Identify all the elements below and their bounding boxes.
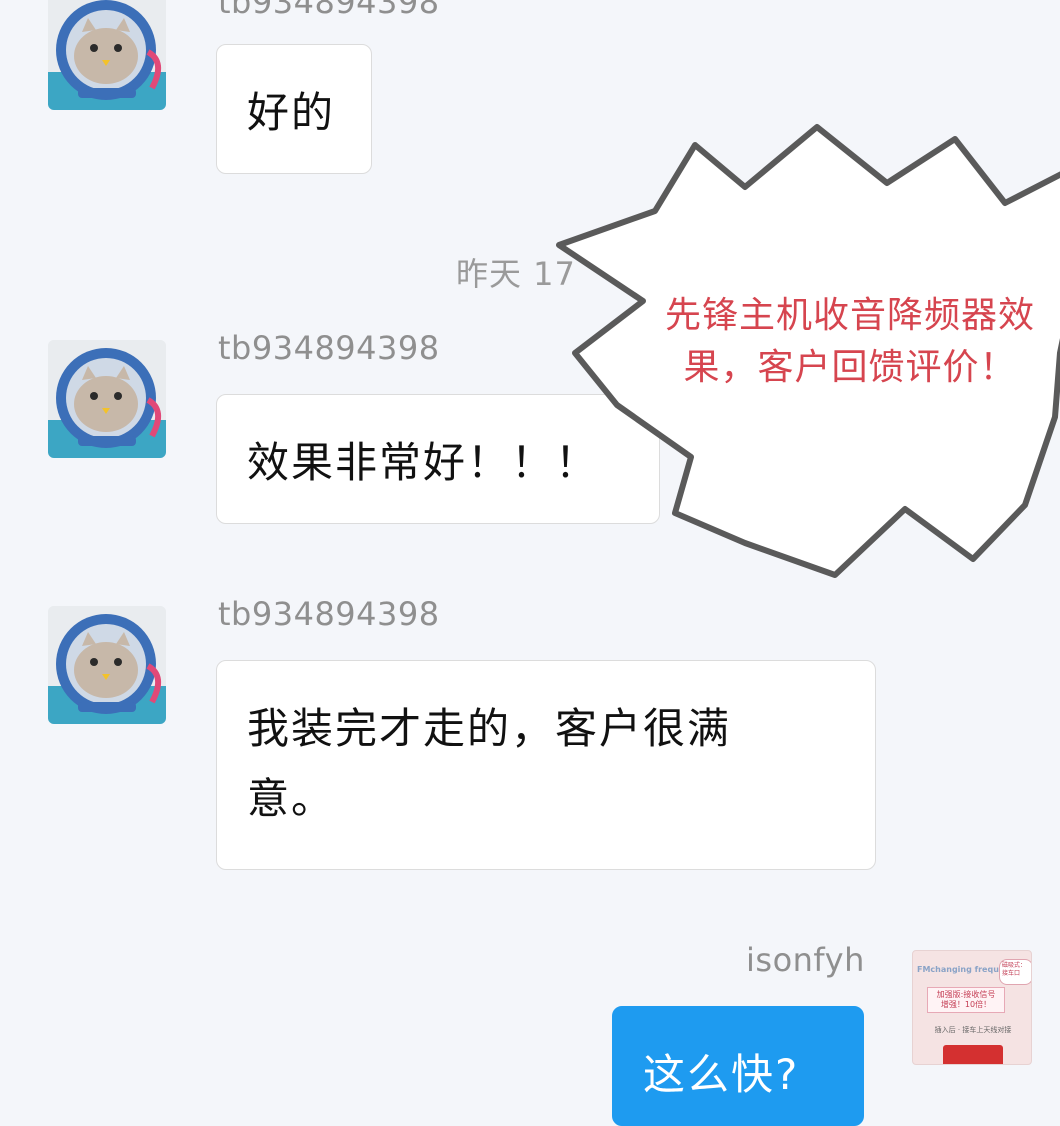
device-image-icon [943, 1045, 1003, 1064]
thumb-ribbon: 加强版:接收信号 增强！10倍！ [927, 987, 1005, 1013]
sender-name: tb934894398 [218, 595, 440, 633]
starburst-line: 先锋主机收音降频器效 [664, 295, 1035, 336]
sender-name: isonfyh [746, 941, 865, 979]
thumb-subtext: 插入后 · 接车上天线对接 [934, 1026, 1012, 1034]
message-text: 效果非常好！！！ [247, 438, 600, 487]
starburst-line: 果，客户回馈评价！ [683, 347, 1017, 388]
avatar-cat-icon[interactable] [48, 340, 166, 458]
avatar-cat-icon[interactable] [48, 606, 166, 724]
message-bubble[interactable]: 好的 [216, 44, 372, 174]
message-text: 这么快? [643, 1050, 800, 1099]
message-text-line: 意。 [247, 774, 336, 823]
product-thumbnail-avatar[interactable]: FMchanging frequency 磁吸式：接车口 加强版:接收信号 增强… [912, 950, 1032, 1065]
chat-area: tb934894398 好的 昨天 17 tb934894398 效果非常好！！… [0, 0, 1060, 1126]
message-bubble[interactable]: 我装完才走的，客户很满 意。 [216, 660, 876, 870]
message-text: 好的 [247, 88, 336, 137]
sender-name: tb934894398 [218, 329, 440, 367]
thumb-ribbon-line: 加强版:接收信号 [936, 990, 996, 999]
sender-name: tb934894398 [218, 0, 440, 21]
message-bubble-mine[interactable]: 这么快? [612, 1006, 864, 1126]
thumb-ribbon-line: 增强！10倍！ [940, 1000, 992, 1009]
thumb-tag: 磁吸式：接车口 [999, 959, 1031, 985]
message-text-line: 我装完才走的，客户很满 [247, 704, 732, 753]
starburst-text: 先锋主机收音降频器效 果，客户回馈评价！ [640, 290, 1060, 394]
avatar-cat-icon[interactable] [48, 0, 166, 110]
